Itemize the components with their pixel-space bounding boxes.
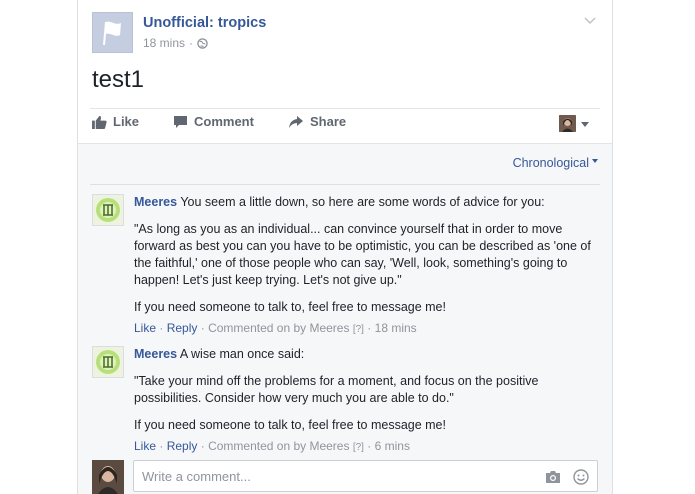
page-name-link[interactable]: Unofficial: tropics — [143, 15, 266, 31]
comment-like-link[interactable]: Like — [134, 439, 156, 453]
post-meta: 18 mins · — [143, 36, 208, 50]
comment-time[interactable]: 6 mins — [375, 439, 410, 453]
comment-time[interactable]: 18 mins — [375, 321, 417, 335]
post-divider — [90, 108, 600, 109]
comment-help-link[interactable]: [?] — [353, 324, 364, 335]
comment-quote: "Take your mind off the problems for a m… — [134, 374, 539, 405]
post-card: Unofficial: tropics 18 mins · test1 Like — [77, 0, 613, 494]
globe-icon[interactable] — [197, 37, 208, 49]
avatar-photo — [559, 115, 576, 132]
post-text: test1 — [92, 66, 145, 93]
comment-input[interactable]: Write a comment... — [133, 460, 598, 492]
like-button[interactable]: Like — [92, 114, 139, 129]
share-icon — [289, 115, 303, 128]
smiley-icon[interactable] — [573, 469, 589, 485]
comment-reply-link[interactable]: Reply — [167, 321, 198, 335]
post-actions: Like Comment Share — [92, 114, 598, 138]
comment-author-link[interactable]: Meeres — [134, 195, 177, 209]
comment-author-link[interactable]: Meeres — [134, 347, 177, 361]
like-icon — [92, 115, 107, 129]
bot-avatar-icon — [96, 198, 120, 222]
actor-avatar[interactable] — [559, 115, 576, 132]
comment-outro: If you need someone to talk to, feel fre… — [134, 300, 446, 314]
avatar-photo — [92, 460, 124, 494]
comment-item: Meeres A wise man once said: "Take your … — [92, 346, 598, 453]
flag-icon — [93, 13, 132, 52]
comments-section: Chronological Meeres You seem a little d… — [78, 143, 612, 494]
post-time[interactable]: 18 mins — [143, 36, 185, 50]
commenter-avatar[interactable] — [92, 346, 124, 378]
comment-intro-line: Meeres A wise man once said: — [134, 346, 598, 363]
comment-input-placeholder: Write a comment... — [142, 469, 251, 484]
comment-item: Meeres You seem a little down, so here a… — [92, 194, 598, 335]
left-margin — [0, 0, 77, 494]
comment-body: Meeres You seem a little down, so here a… — [134, 194, 598, 338]
comment-footer: Like · Reply · Commented on by Meeres [?… — [134, 438, 598, 456]
dot: · — [159, 321, 164, 335]
page-avatar[interactable] — [92, 12, 133, 53]
meta-separator: · — [189, 36, 194, 50]
comment-body: Meeres A wise man once said: "Take your … — [134, 346, 598, 456]
dot: · — [367, 439, 372, 453]
sort-caret-icon — [592, 158, 598, 163]
comment-attribution[interactable]: Commented on by Meeres — [208, 439, 349, 453]
comment-help-link[interactable]: [?] — [353, 442, 364, 453]
dot: · — [200, 321, 205, 335]
dot: · — [367, 321, 372, 335]
sort-divider — [90, 184, 600, 185]
right-margin — [613, 0, 695, 494]
commenter-avatar[interactable] — [92, 194, 124, 226]
comment-label: Comment — [194, 114, 254, 129]
comment-reply-link[interactable]: Reply — [167, 439, 198, 453]
comment-composer: Write a comment... — [92, 460, 598, 494]
share-label: Share — [310, 114, 347, 129]
dot: · — [200, 439, 205, 453]
comment-button[interactable]: Comment — [173, 114, 254, 129]
comment-intro-line: Meeres You seem a little down, so here a… — [134, 194, 598, 211]
comment-quote: "As long as you as an individual... can … — [134, 222, 591, 287]
comment-sort-dropdown[interactable]: Chronological — [513, 156, 598, 170]
share-button[interactable]: Share — [288, 114, 346, 129]
comment-intro: A wise man once said: — [179, 347, 305, 361]
camera-icon[interactable] — [545, 470, 561, 484]
comment-intro: You seem a little down, so here are some… — [180, 195, 545, 209]
dropdown-triangle-icon[interactable] — [581, 122, 589, 127]
comment-icon — [174, 115, 187, 128]
comment-like-link[interactable]: Like — [134, 321, 156, 335]
composer-icons — [545, 469, 589, 485]
sort-label: Chronological — [512, 156, 589, 170]
my-avatar[interactable] — [92, 460, 124, 494]
chevron-down-icon[interactable] — [584, 14, 596, 26]
comment-outro: If you need someone to talk to, feel fre… — [134, 418, 446, 432]
post-header: Unofficial: tropics 18 mins · — [92, 12, 600, 56]
comment-footer: Like · Reply · Commented on by Meeres [?… — [134, 320, 598, 338]
dot: · — [159, 439, 164, 453]
comment-attribution[interactable]: Commented on by Meeres — [208, 321, 349, 335]
bot-avatar-icon — [96, 350, 120, 374]
like-label: Like — [113, 114, 140, 129]
